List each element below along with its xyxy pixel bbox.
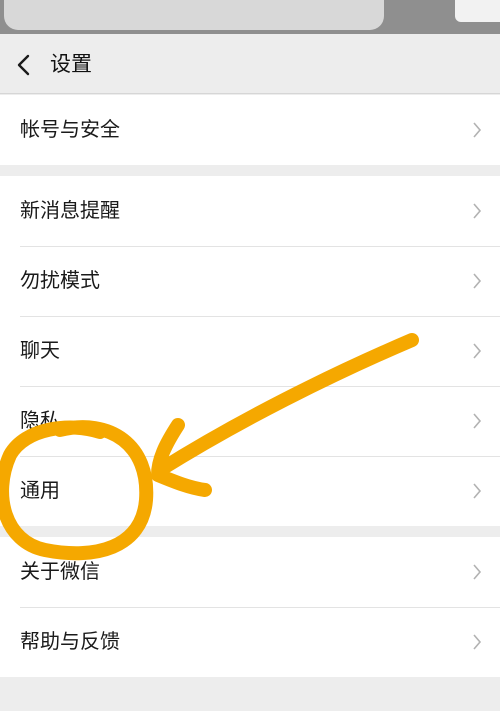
settings-item-label: 勿扰模式 xyxy=(20,268,100,292)
nav-bar: 设置 xyxy=(0,34,500,94)
settings-item-chat[interactable]: 聊天 xyxy=(0,316,500,386)
chevron-right-icon xyxy=(473,122,482,138)
settings-group-account: 帐号与安全 xyxy=(0,95,500,165)
settings-item-notifications[interactable]: 新消息提醒 xyxy=(0,176,500,246)
settings-item-do-not-disturb[interactable]: 勿扰模式 xyxy=(0,246,500,316)
chevron-right-icon xyxy=(473,273,482,289)
settings-item-privacy[interactable]: 隐私 xyxy=(0,386,500,456)
chevron-right-icon xyxy=(473,483,482,499)
settings-item-label: 关于微信 xyxy=(20,559,100,583)
chevron-right-icon xyxy=(473,413,482,429)
status-bar-indicator xyxy=(455,0,500,22)
settings-item-label: 通用 xyxy=(20,478,60,502)
settings-item-account-security[interactable]: 帐号与安全 xyxy=(0,95,500,165)
settings-item-help-feedback[interactable]: 帮助与反馈 xyxy=(0,607,500,677)
settings-item-label: 帐号与安全 xyxy=(20,117,120,141)
chevron-left-icon[interactable] xyxy=(14,54,34,76)
status-bar xyxy=(0,0,500,34)
settings-group-general: 新消息提醒 勿扰模式 聊天 隐私 通用 xyxy=(0,176,500,526)
settings-group-about: 关于微信 帮助与反馈 xyxy=(0,537,500,677)
chevron-right-icon xyxy=(473,634,482,650)
settings-item-label: 隐私 xyxy=(20,408,60,432)
settings-item-about-wechat[interactable]: 关于微信 xyxy=(0,537,500,607)
settings-item-label: 新消息提醒 xyxy=(20,198,120,222)
chevron-right-icon xyxy=(473,564,482,580)
settings-item-label: 帮助与反馈 xyxy=(20,629,120,653)
chevron-right-icon xyxy=(473,203,482,219)
page-title: 设置 xyxy=(50,52,92,76)
settings-item-label: 聊天 xyxy=(20,338,60,362)
chevron-right-icon xyxy=(473,343,482,359)
status-bar-blur xyxy=(4,0,384,30)
settings-item-general[interactable]: 通用 xyxy=(0,456,500,526)
